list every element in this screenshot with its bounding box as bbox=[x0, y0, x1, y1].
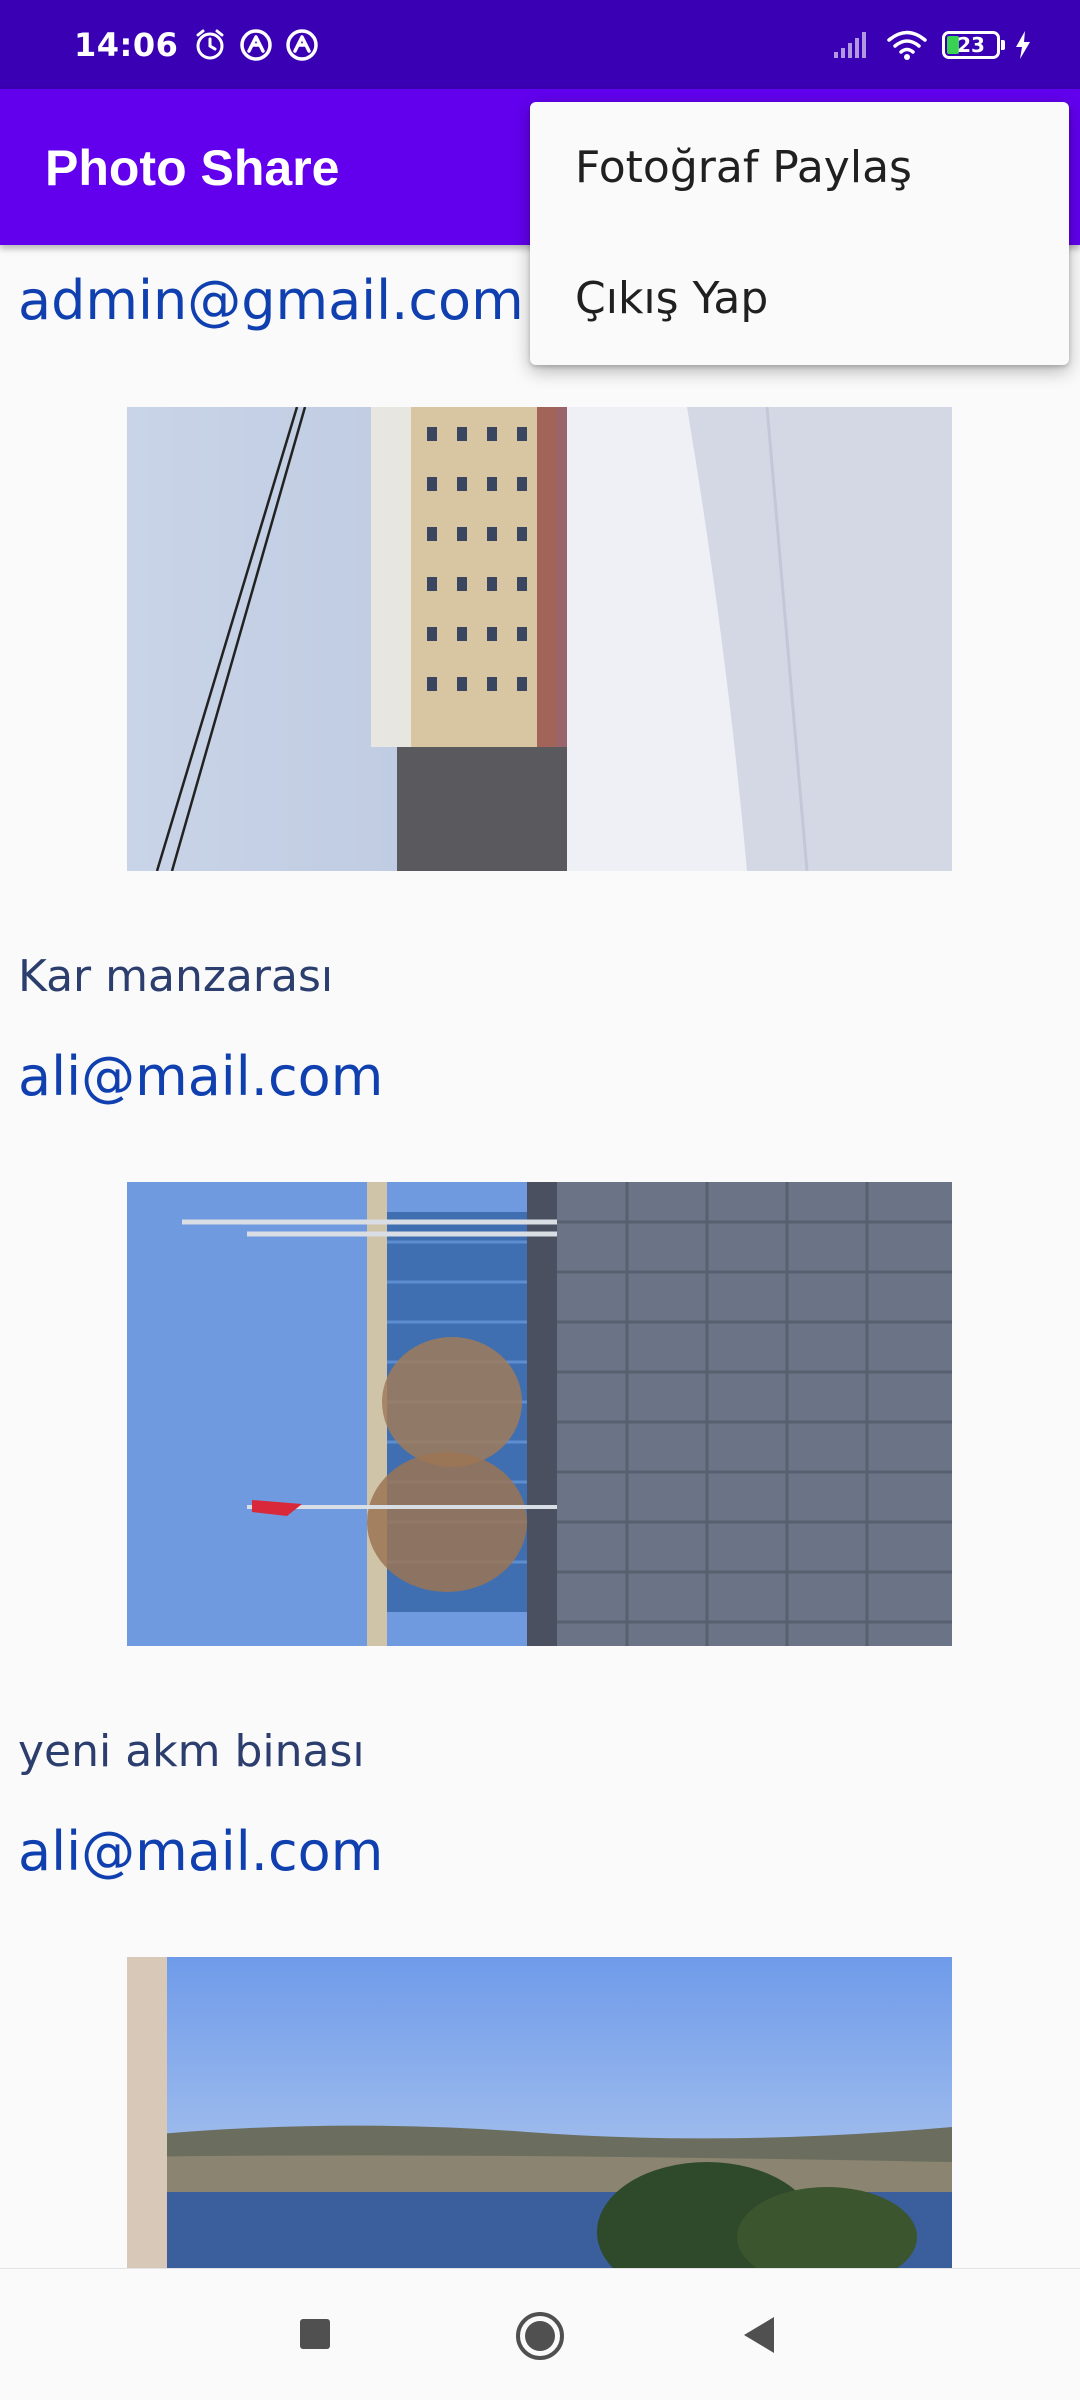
post-email: ali@mail.com bbox=[18, 1820, 384, 1883]
overflow-menu: Fotoğraf Paylaş Çıkış Yap bbox=[530, 102, 1069, 365]
status-left: 14:06 bbox=[74, 26, 320, 64]
battery-icon: 23 bbox=[942, 30, 1005, 59]
app-notification-icon bbox=[240, 28, 273, 61]
menu-item-logout[interactable]: Çıkış Yap bbox=[530, 233, 1069, 364]
akm-building-image bbox=[127, 1182, 952, 1646]
app-notification-icon bbox=[286, 28, 319, 61]
screen: 14:06 23 Photo Share admin@gmail.com Kar… bbox=[0, 0, 1080, 2400]
post-email: admin@gmail.com bbox=[18, 269, 524, 332]
navigation-bar bbox=[0, 2268, 1080, 2400]
post-caption: yeni akm binası bbox=[18, 1726, 365, 1777]
status-notification-icons bbox=[192, 27, 320, 63]
back-triangle-icon[interactable] bbox=[740, 2315, 778, 2355]
bosphorus-image bbox=[127, 1957, 952, 2268]
post-caption: Kar manzarası bbox=[18, 951, 334, 1002]
post-photo[interactable] bbox=[127, 407, 952, 871]
status-time: 14:06 bbox=[74, 25, 179, 64]
post-photo[interactable] bbox=[127, 1182, 952, 1646]
snow-building-image bbox=[127, 407, 952, 871]
menu-item-share-photo[interactable]: Fotoğraf Paylaş bbox=[530, 102, 1069, 233]
post-email: ali@mail.com bbox=[18, 1045, 384, 1108]
battery-level: 23 bbox=[957, 32, 985, 57]
signal-icon bbox=[834, 31, 866, 58]
status-bar: 14:06 23 bbox=[0, 0, 1080, 89]
status-right: 23 bbox=[832, 29, 1032, 61]
home-circle-icon[interactable] bbox=[514, 2310, 566, 2362]
wifi-icon bbox=[887, 30, 927, 60]
recents-square-icon[interactable] bbox=[298, 2317, 332, 2351]
post-photo[interactable] bbox=[127, 1957, 952, 2268]
charging-icon bbox=[1016, 30, 1030, 59]
alarm-icon bbox=[196, 29, 224, 59]
app-title: Photo Share bbox=[45, 140, 340, 196]
